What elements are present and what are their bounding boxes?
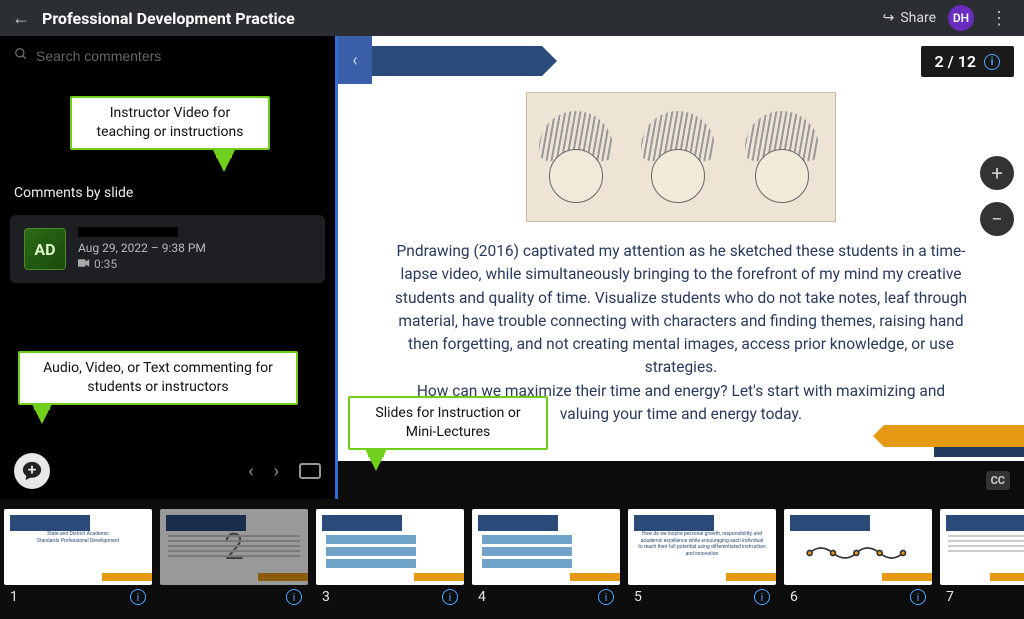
closed-captions-button[interactable]: CC [986,471,1010,490]
slide-counter-text: 2 / 12 [935,52,976,71]
info-icon[interactable]: i [286,589,302,605]
comment-card[interactable]: AD Aug 29, 2022 – 9:38 PM 0:35 [10,215,325,283]
main-area: Instructor Video for teaching or instruc… [0,36,1024,499]
info-icon[interactable]: i [598,589,614,605]
slide-action-bar: CC [338,461,1024,499]
add-comment-button[interactable] [14,453,50,489]
slide-thumbnail[interactable]: 3i [316,509,464,619]
slide-thumbnail[interactable]: 4i [472,509,620,619]
callout-commenting: Audio, Video, or Text commenting for stu… [18,351,298,405]
zoom-out-button[interactable]: − [980,202,1014,236]
user-avatar[interactable]: DH [948,5,974,31]
thumbnail-number: 4 [478,589,486,605]
slide-paragraph-1: Pndrawing (2016) captivated my attention… [395,242,967,376]
comment-author-redacted [78,227,178,237]
callout-instructor-video: Instructor Video for teaching or instruc… [70,96,270,150]
slide-illustration [526,92,836,222]
info-icon[interactable]: i [984,54,1000,70]
fullscreen-icon[interactable] [299,463,321,479]
slide-panel: ‹ 2 / 12 i Pndrawing (2016) captivated m… [338,36,1024,499]
slide-ribbon-decoration [372,46,542,76]
search-input[interactable] [36,48,321,64]
thumbnail-number: 6 [790,589,798,605]
slide-thumbnail[interactable]: How do we inspire personal growth, respo… [628,509,776,619]
slide-thumbnail[interactable]: 6i [784,509,932,619]
comments-toolbar: ‹ › [0,443,335,499]
slide-ribbon-decoration [934,447,1024,457]
info-icon[interactable]: i [442,589,458,605]
callout-slides: Slides for Instruction or Mini-Lectures [348,396,548,450]
prev-slide-button[interactable]: ‹ [338,36,372,84]
slide-ribbon-decoration [884,425,1024,447]
slide-thumbnail[interactable]: State and District AcademicStandards Pro… [4,509,152,619]
comments-heading: Comments by slide [0,185,335,201]
back-arrow-icon[interactable]: ← [12,8,30,29]
zoom-in-button[interactable]: + [980,156,1014,190]
comment-meta: Aug 29, 2022 – 9:38 PM 0:35 [78,227,206,271]
zoom-controls: + − [980,156,1014,236]
thumbnail-number: 1 [10,589,18,605]
comments-panel: Instructor Video for teaching or instruc… [0,36,338,499]
info-icon[interactable]: i [754,589,770,605]
video-icon [78,257,90,271]
thumbnail-number: 5 [634,589,642,605]
comment-timestamp: Aug 29, 2022 – 9:38 PM [78,241,206,255]
more-menu-icon[interactable]: ⋮ [986,8,1012,29]
thumbnail-strip: State and District AcademicStandards Pro… [0,499,1024,619]
page-title: Professional Development Practice [42,9,295,28]
slide-thumbnail[interactable]: 2 i [160,509,308,619]
thumbnail-number: 7 [946,589,954,605]
comment-duration: 0:35 [94,257,117,271]
prev-comment-icon[interactable]: ‹ [248,461,253,482]
slide-counter: 2 / 12 i [921,46,1014,77]
slide-thumbnail[interactable]: 7 [940,509,1024,619]
share-button[interactable]: ↪ Share [883,10,936,26]
app-header: ← Professional Development Practice ↪ Sh… [0,0,1024,36]
search-icon [14,46,28,65]
share-icon: ↪ [883,10,895,26]
next-comment-icon[interactable]: › [274,461,279,482]
thumbnail-number: 3 [322,589,330,605]
info-icon[interactable]: i [130,589,146,605]
comment-avatar: AD [24,228,66,270]
search-row [0,36,335,75]
share-label: Share [900,10,936,26]
info-icon[interactable]: i [910,589,926,605]
